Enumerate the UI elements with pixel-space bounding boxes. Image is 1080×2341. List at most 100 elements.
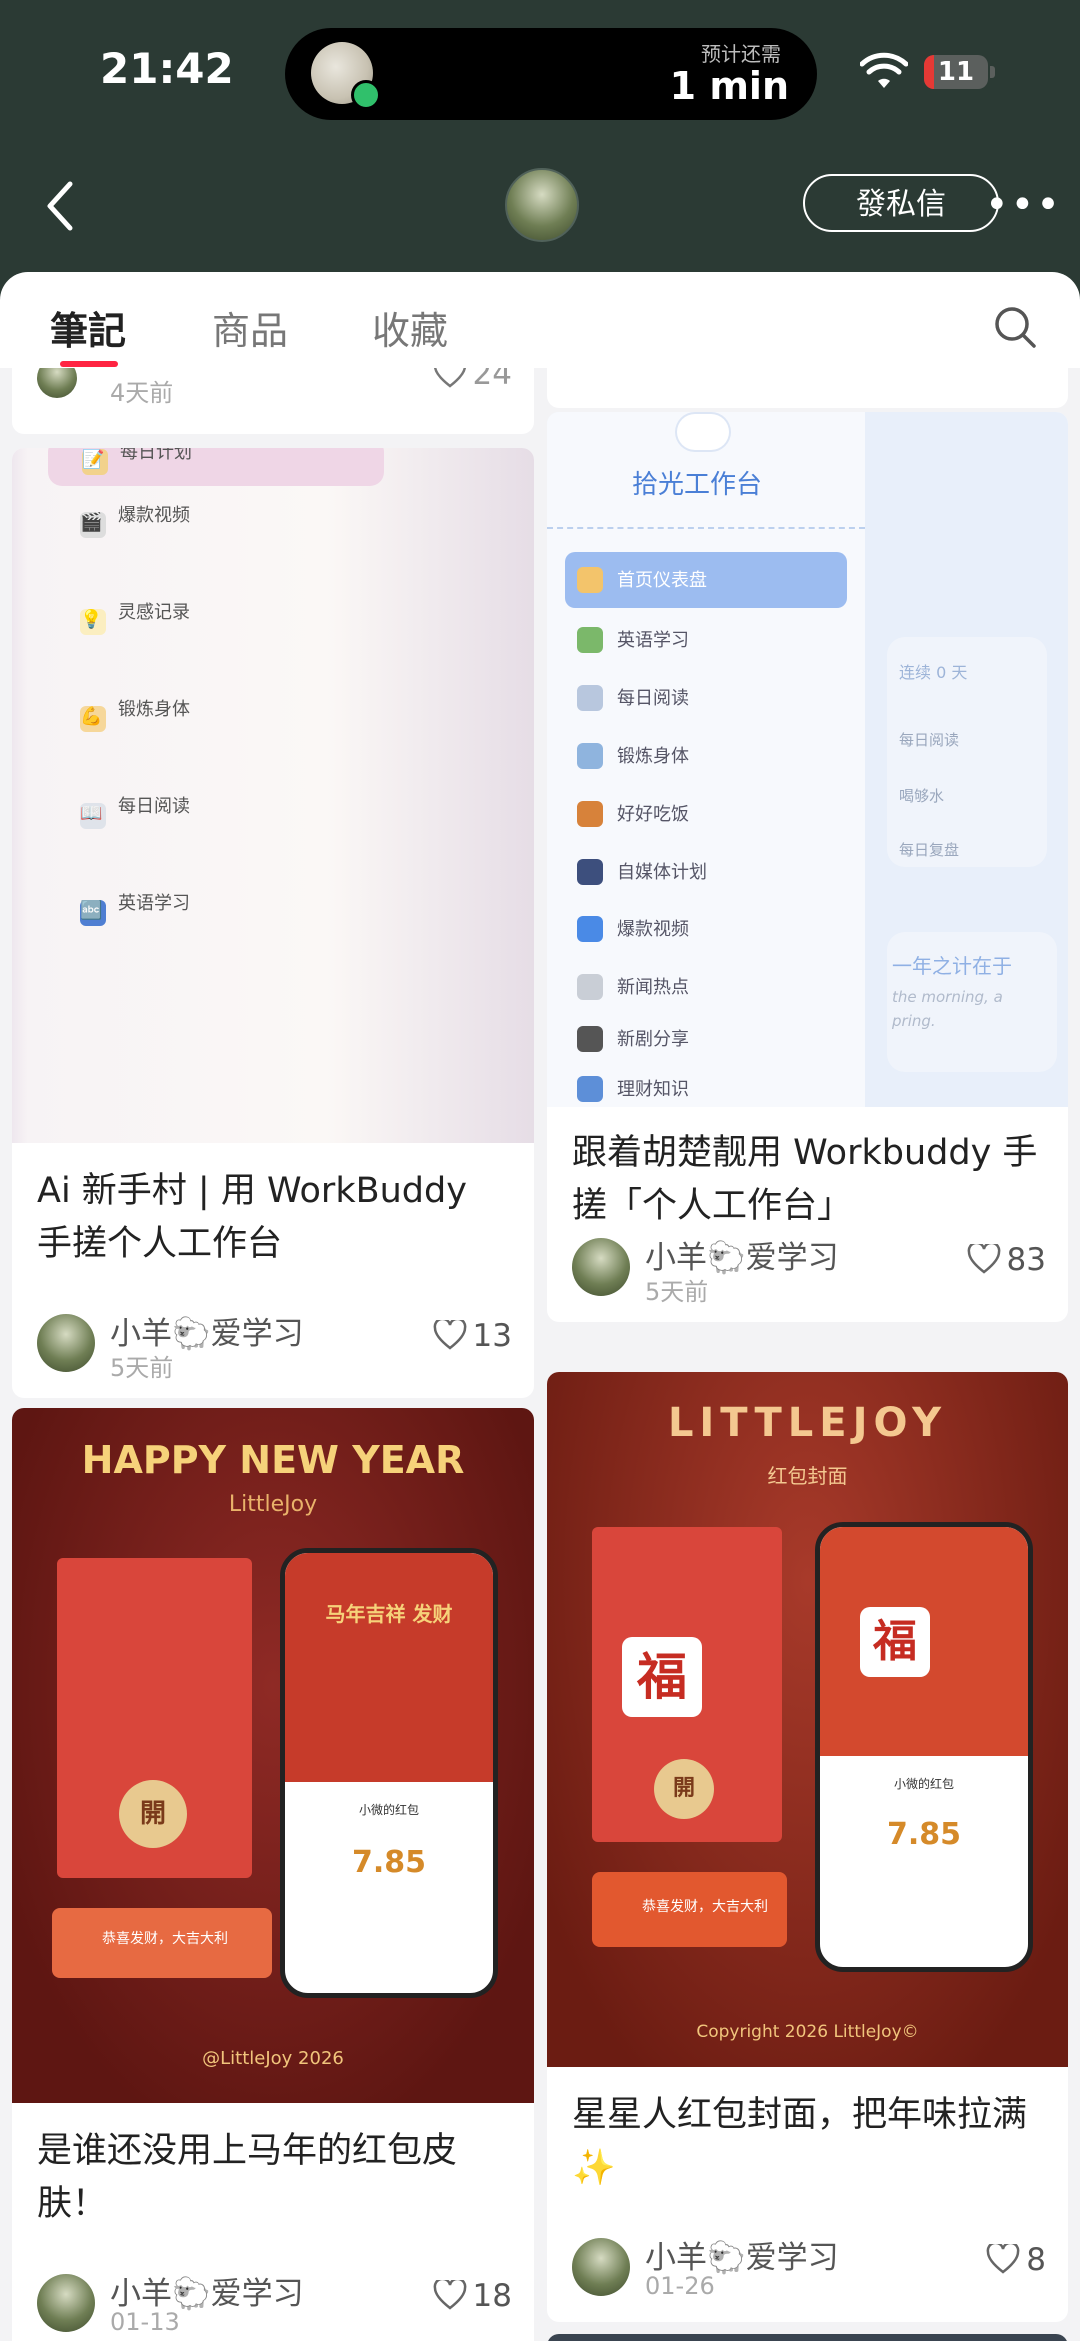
menu-label: 每日计划 — [120, 448, 192, 463]
profile-avatar[interactable] — [505, 168, 579, 242]
habit-label: 喝够水 — [899, 787, 945, 805]
note-date: 5天前 — [110, 1354, 174, 1382]
notes-feed: 4天前 24 📝 每日计划 🎬 爆款视频 💡 灵感记录 💪 锻炼身体 📖 每日阅读 🔤 英语… — [0, 368, 1080, 2341]
author-name: 小羊🐑爱学习 — [645, 2240, 839, 2276]
note-card[interactable]: LITTLEJOY 红包封面 福 開 福 小微的红包 7.85 恭喜发财，大吉大… — [547, 1372, 1068, 2322]
author-row[interactable]: 小羊🐑爱学习 5天前 13 — [37, 1308, 512, 1382]
heart-icon — [986, 2244, 1020, 2274]
like-count[interactable]: 24 — [433, 368, 512, 392]
like-button[interactable]: 8 — [986, 2242, 1046, 2278]
menu-icon: 🎬 — [80, 512, 106, 538]
tab-favorites[interactable]: 收藏 — [372, 300, 448, 355]
divider — [547, 527, 865, 529]
habit-panel: 连续 0 天 每日阅读 喝够水 每日复盘 — [887, 637, 1047, 867]
menu-icon: 📖 — [80, 803, 106, 829]
sidebar-label: 首页仪表盘 — [617, 570, 707, 591]
sidebar-label: 好好吃饭 — [617, 804, 689, 825]
sidebar-label: 每日阅读 — [617, 688, 689, 709]
sidebar-label: 自媒体计划 — [617, 862, 707, 883]
author-name: 小羊🐑爱学习 — [110, 2276, 304, 2312]
sidebar-label: 理财知识 — [617, 1079, 689, 1100]
author-row[interactable]: 小羊🐑爱学习 01-13 18 — [37, 2268, 512, 2336]
note-title[interactable]: 星星人红包封面，把年味拉满✨ — [572, 2089, 1046, 2195]
like-button[interactable]: 18 — [433, 2278, 512, 2314]
send-message-button[interactable]: 發私信 — [803, 174, 999, 232]
greeting-banner: 恭喜发财，大吉大利 — [592, 1872, 787, 1947]
like-count-value: 24 — [472, 368, 512, 392]
menu-label: 爆款视频 — [118, 505, 190, 526]
menu-item: 📖 每日阅读 — [80, 792, 190, 829]
sidebar-item: 爆款视频 — [577, 915, 689, 942]
live-activity-badge-icon — [351, 80, 381, 110]
red-envelope: 福 開 — [592, 1527, 782, 1842]
sidebar-item: 锻炼身体 — [577, 742, 689, 769]
heart-icon — [433, 368, 466, 388]
more-options-icon[interactable]: ••• — [985, 185, 1062, 225]
sidebar-item: 理财知识 — [577, 1075, 689, 1102]
sidebar-item: 首页仪表盘 — [577, 566, 707, 593]
menu-icon: 💪 — [80, 706, 106, 732]
like-button[interactable]: 13 — [433, 1318, 512, 1354]
status-time: 21:42 — [100, 44, 234, 93]
menu-label: 灵感记录 — [118, 602, 190, 623]
author-avatar — [572, 2238, 630, 2296]
menu-item: 💡 灵感记录 — [80, 598, 190, 635]
note-card[interactable]: 📝 每日计划 🎬 爆款视频 💡 灵感记录 💪 锻炼身体 📖 每日阅读 🔤 英语学习 Ai 新… — [12, 448, 534, 1398]
wallet-amount: 7.85 — [351, 1845, 427, 1880]
heart-icon — [433, 2280, 466, 2310]
active-tab-indicator — [60, 361, 118, 367]
like-count: 8 — [1026, 2242, 1046, 2278]
author-row[interactable]: 小羊🐑爱学习 5天前 83 — [572, 1232, 1046, 1306]
search-icon[interactable] — [993, 305, 1037, 349]
tab-notes[interactable]: 筆記 — [50, 300, 126, 355]
dynamic-island[interactable]: 预计还需 1 min — [285, 28, 817, 120]
greeting-banner: 恭喜发财，大吉大利 — [52, 1908, 272, 1978]
note-card-partial[interactable] — [547, 2334, 1068, 2341]
sidebar-item: 新闻热点 — [577, 973, 689, 1000]
wallet-amount: 7.85 — [886, 1817, 962, 1852]
menu-item: 💪 锻炼身体 — [80, 695, 190, 732]
back-arrow-icon[interactable] — [40, 176, 80, 236]
author-avatar — [37, 368, 77, 398]
note-card-partial[interactable] — [547, 368, 1068, 408]
note-card[interactable]: HAPPY NEW YEAR LittleJoy 開 马年吉祥 发财 小微的红包… — [12, 1408, 534, 2341]
quote-text: 一年之计在于 — [892, 954, 1012, 978]
author-row[interactable]: 小羊🐑爱学习 01-26 8 — [572, 2232, 1046, 2300]
cover-subtitle: 红包封面 — [767, 1464, 848, 1488]
note-card-partial[interactable]: 4天前 24 — [12, 368, 534, 434]
menu-item: 🎬 爆款视频 — [80, 501, 190, 538]
like-count: 13 — [472, 1318, 512, 1354]
heart-icon — [433, 1320, 466, 1350]
quote-subtext: the morning, a — [892, 988, 1003, 1006]
quote-subtext: pring. — [892, 1012, 936, 1030]
menu-item: 📝 每日计划 — [82, 448, 192, 475]
cover-footer: @LittleJoy 2026 — [202, 2048, 344, 2069]
note-date: 01-13 — [110, 2308, 180, 2336]
tab-products[interactable]: 商品 — [212, 300, 288, 355]
note-title[interactable]: 是谁还没用上马年的红包皮肤！ — [37, 2125, 512, 2231]
note-cover-image: 拾光工作台 首页仪表盘 英语学习 每日阅读 锻炼身体 好好吃饭 自媒体计划 爆款… — [547, 412, 1068, 1107]
streak-label: 连续 0 天 — [899, 663, 968, 682]
note-title[interactable]: 跟着胡楚靓用 Workbuddy 手搓「个人工作台」 — [572, 1127, 1046, 1233]
sidebar-item: 自媒体计划 — [577, 858, 707, 885]
author-avatar — [37, 2274, 95, 2332]
note-title[interactable]: Ai 新手村 | 用 WorkBuddy 手搓个人工作台 — [37, 1165, 512, 1271]
menu-label: 英语学习 — [118, 893, 190, 914]
phone-cover-title: 马年吉祥 发财 — [325, 1602, 453, 1626]
author-avatar — [37, 1314, 95, 1372]
battery-tip — [990, 66, 995, 78]
live-activity-label: 预计还需 — [701, 42, 781, 66]
like-count: 83 — [1006, 1242, 1046, 1278]
note-card[interactable]: 拾光工作台 首页仪表盘 英语学习 每日阅读 锻炼身体 好好吃饭 自媒体计划 爆款… — [547, 412, 1068, 1322]
note-date: 5天前 — [645, 1278, 709, 1306]
menu-icon: 💡 — [80, 609, 106, 635]
fu-tile: 福 — [622, 1637, 702, 1717]
wallet-name: 小微的红包 — [893, 1777, 954, 1791]
sidebar-item: 好好吃饭 — [577, 800, 689, 827]
like-button[interactable]: 83 — [967, 1242, 1046, 1278]
banner-text: 恭喜发财，大吉大利 — [102, 1931, 228, 1947]
note-cover-image: 📝 每日计划 🎬 爆款视频 💡 灵感记录 💪 锻炼身体 📖 每日阅读 🔤 英语学习 — [12, 448, 534, 1143]
note-date: 4天前 — [110, 379, 174, 407]
phone-cover — [285, 1553, 493, 1782]
sidebar-label: 英语学习 — [617, 630, 689, 651]
